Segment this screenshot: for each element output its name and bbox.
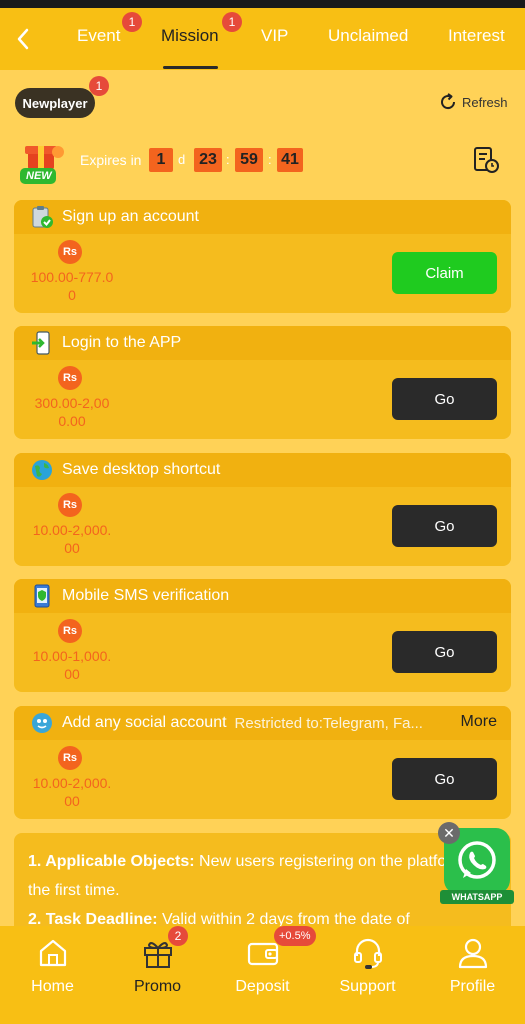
nav-support[interactable]: Support (315, 926, 420, 1024)
tab-unclaimed[interactable]: Unclaimed (328, 26, 408, 46)
promo-badge: 2 (168, 926, 188, 946)
mission-card: Mobile SMS verification Rs 10.00-1,000.0… (14, 579, 511, 692)
newplayer-badge: 1 (89, 76, 109, 96)
back-arrow-icon[interactable] (12, 26, 34, 52)
mission-title: Mobile SMS verification (62, 587, 230, 604)
whatsapp-label: WHATSAPP (440, 890, 514, 904)
mission-reward-amount: 10.00-2,000.00 (32, 775, 112, 809)
countdown-seconds: 41 (277, 148, 303, 172)
mission-restriction: Restricted to:Telegram, Fa... (234, 714, 423, 732)
history-icon[interactable] (473, 146, 499, 174)
day-unit: d (178, 152, 186, 167)
mission-card-header: Mobile SMS verification (14, 579, 511, 613)
whatsapp-float[interactable]: ✕ WHATSAPP (438, 822, 516, 904)
tab-event-badge: 1 (122, 12, 142, 32)
go-button[interactable]: Go (392, 631, 497, 673)
nav-deposit[interactable]: Deposit +0.5% (210, 926, 316, 1024)
close-icon[interactable]: ✕ (438, 822, 460, 844)
headset-icon (354, 938, 382, 969)
home-icon (39, 939, 67, 967)
nav-profile[interactable]: Profile (420, 926, 525, 1024)
go-button[interactable]: Go (392, 505, 497, 547)
rupee-coin-icon: Rs (58, 746, 82, 770)
mobile-shield-icon (34, 584, 50, 608)
new-tag-label: NEW (26, 170, 52, 182)
tab-mission-badge: 1 (222, 12, 242, 32)
mission-reward-amount: 100.00-777.00 (30, 269, 114, 303)
mission-title: Sign up an account (62, 208, 199, 225)
nav-deposit-label: Deposit (235, 978, 290, 995)
more-link[interactable]: More (461, 713, 497, 731)
nav-home-label: Home (31, 978, 74, 995)
refresh-button[interactable]: Refresh (438, 92, 508, 112)
nav-support-label: Support (339, 978, 396, 995)
mission-reward-amount: 300.00-2,000.00 (34, 395, 110, 429)
mission-card: Login to the APP Rs 300.00-2,000.00 Go (14, 326, 511, 439)
top-nav: Event 1 Mission 1 VIP Unclaimed Interest (0, 8, 525, 70)
mission-title: Add any social account (62, 714, 227, 731)
nav-promo-label: Promo (133, 978, 182, 995)
mission-card: Sign up an account Rs 100.00-777.00 Clai… (14, 200, 511, 313)
expires-row: NEW Expires in 1 d 23 : 59 : 41 (18, 140, 508, 188)
time-separator: : (226, 152, 230, 167)
countdown-days: 1 (149, 148, 173, 172)
go-button[interactable]: Go (392, 758, 497, 800)
social-bird-icon (32, 713, 52, 733)
active-tab-indicator (163, 66, 218, 69)
status-bar (0, 0, 525, 8)
profile-icon (458, 938, 488, 969)
countdown-hours: 23 (194, 148, 222, 172)
nav-promo[interactable]: Promo 2 (105, 926, 210, 1024)
go-button[interactable]: Go (392, 378, 497, 420)
rule-title: 1. Applicable Objects: (28, 853, 195, 870)
tab-mission[interactable]: Mission (161, 26, 219, 46)
mission-reward-amount: 10.00-2,000.00 (32, 522, 112, 556)
mission-title: Save desktop shortcut (62, 461, 221, 478)
expires-label: Expires in (80, 152, 142, 168)
rupee-coin-icon: Rs (58, 619, 82, 643)
bottom-nav: Home Promo 2 Deposit +0.5% Support Profi… (0, 926, 525, 1024)
mission-card-header: Sign up an account (14, 200, 511, 234)
rupee-coin-icon: Rs (58, 493, 82, 517)
mission-title: Login to the APP (62, 334, 182, 351)
rupee-coin-icon: Rs (58, 240, 82, 264)
clipboard-check-icon (32, 206, 53, 228)
mission-reward-amount: 10.00-1,000.00 (32, 648, 112, 682)
time-separator: : (268, 152, 272, 167)
mission-card-header: Login to the APP (14, 326, 511, 360)
tab-event[interactable]: Event (77, 26, 120, 46)
mission-card-header: Add any social account Restricted to:Tel… (14, 706, 511, 740)
phone-login-icon (32, 331, 50, 355)
rule-item: 1. Applicable Objects: New users registe… (28, 847, 497, 905)
newplayer-pill[interactable]: Newplayer (15, 88, 95, 118)
claim-button[interactable]: Claim (392, 252, 497, 294)
tab-vip[interactable]: VIP (261, 26, 288, 46)
refresh-label: Refresh (462, 94, 508, 110)
mission-card: Save desktop shortcut Rs 10.00-2,000.00 … (14, 453, 511, 566)
tab-interest[interactable]: Interest (448, 26, 505, 46)
refresh-icon (441, 93, 456, 110)
nav-home[interactable]: Home (0, 926, 105, 1024)
globe-icon (32, 460, 52, 480)
gift-new-icon: NEW (18, 140, 74, 186)
rupee-coin-icon: Rs (58, 366, 82, 390)
countdown-minutes: 59 (235, 148, 263, 172)
deposit-bonus-badge: +0.5% (274, 926, 316, 946)
mission-card: Add any social account Restricted to:Tel… (14, 706, 511, 819)
mission-card-header: Save desktop shortcut (14, 453, 511, 487)
nav-profile-label: Profile (449, 978, 496, 995)
